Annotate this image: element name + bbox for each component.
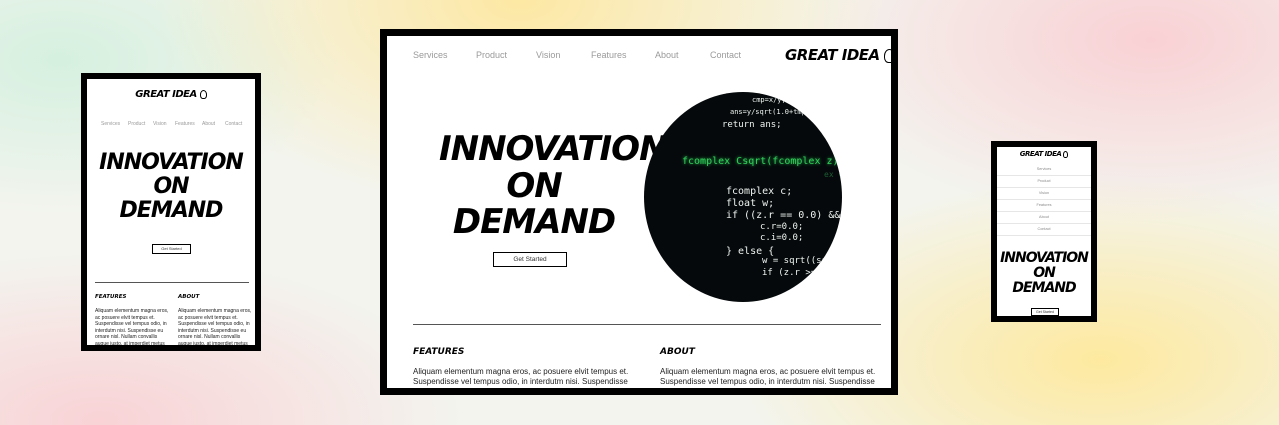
tablet-screen: GREAT IDEA Services Product Vision Featu…	[87, 79, 255, 345]
logo[interactable]: GREAT IDEA	[997, 150, 1091, 158]
hero-line-1: INNOVATION	[99, 150, 244, 175]
code-line: c.r=0.0;	[760, 222, 804, 232]
hero-line-2: ON	[506, 165, 562, 206]
about-title: ABOUT	[178, 294, 200, 300]
get-started-button[interactable]: Get Started	[1031, 308, 1059, 316]
logo[interactable]: GREAT IDEA	[785, 46, 891, 64]
code-line: fcomplex c;	[726, 186, 793, 197]
desktop-screen: Services Product Vision Features About C…	[387, 36, 891, 388]
hero-line-3: DEMAND	[1012, 280, 1076, 297]
nav-vision[interactable]: Vision	[536, 50, 560, 60]
code-line: if ((z.r == 0.0) && (z.i == 0.0))	[726, 210, 842, 221]
hero-heading: INNOVATION ON DEMAND	[997, 250, 1091, 297]
nav-vision[interactable]: Vision	[997, 188, 1091, 200]
logo-text: GREAT IDEA	[135, 89, 197, 100]
logo-text: GREAT IDEA	[785, 46, 880, 64]
phone-preview: GREAT IDEA Services Product Vision Featu…	[991, 141, 1097, 322]
features-text: Aliquam elementum magna eros, ac posuere…	[95, 308, 169, 345]
features-title: FEATURES	[95, 294, 127, 300]
tablet-preview: GREAT IDEA Services Product Vision Featu…	[81, 73, 261, 351]
code-image: cmp=x/y; ans=y/sqrt(1.0+tmp return ans; …	[644, 92, 842, 302]
nav-contact[interactable]: Contact	[710, 50, 741, 60]
code-line: cmp=x/y;	[752, 96, 786, 104]
nav-about[interactable]: About	[997, 212, 1091, 224]
hero-line-3: DEMAND	[119, 197, 224, 223]
code-line: return ans;	[722, 120, 782, 130]
code-line: if (z.r >= 0.0) {	[762, 268, 842, 278]
nav-about[interactable]: About	[655, 50, 679, 60]
nav-contact[interactable]: Contact	[225, 121, 242, 127]
hero-line-2: ON	[153, 173, 189, 199]
hero-line-1: INNOVATION	[439, 129, 668, 169]
hero-line-3: DEMAND	[452, 202, 616, 243]
nav-features[interactable]: Features	[997, 200, 1091, 212]
nav-product[interactable]: Product	[128, 121, 145, 127]
code-line: c.i=0.0;	[760, 233, 804, 243]
code-line: fcomplex Csqrt(fcomplex z)	[682, 156, 839, 167]
nav-product[interactable]: Product	[476, 50, 507, 60]
logo[interactable]: GREAT IDEA	[87, 89, 255, 100]
nav-contact[interactable]: Contact	[997, 224, 1091, 236]
hero-line-2: ON	[1033, 265, 1056, 282]
features-title: FEATURES	[413, 347, 465, 357]
code-line: ex Co	[824, 170, 842, 179]
lightbulb-icon	[1063, 150, 1069, 158]
nav-services[interactable]: Services	[997, 164, 1091, 176]
logo-text: GREAT IDEA	[1019, 150, 1062, 158]
about-text: Aliquam elementum magna eros, ac posuere…	[178, 308, 252, 345]
nav-features[interactable]: Features	[591, 50, 627, 60]
nav-features[interactable]: Features	[175, 121, 195, 127]
about-title: ABOUT	[660, 347, 695, 357]
about-text: Aliquam elementum magna eros, ac posuere…	[660, 367, 885, 388]
nav-product[interactable]: Product	[997, 176, 1091, 188]
code-line: float w;	[726, 198, 775, 209]
phone-screen: GREAT IDEA Services Product Vision Featu…	[997, 147, 1091, 316]
get-started-button[interactable]: Get Started	[493, 252, 567, 267]
hero-line-1: INNOVATION	[1000, 250, 1089, 266]
desktop-preview: Services Product Vision Features About C…	[380, 29, 898, 395]
features-text: Aliquam elementum magna eros, ac posuere…	[413, 367, 638, 388]
section-divider	[413, 324, 881, 325]
lightbulb-icon	[884, 48, 891, 63]
code-line: w = sqrt((sqrt(z.r	[762, 256, 842, 266]
nav-vision[interactable]: Vision	[153, 121, 167, 127]
lightbulb-icon	[199, 89, 207, 99]
hero-heading: INNOVATION ON DEMAND	[87, 151, 255, 222]
code-line: ans=y/sqrt(1.0+tmp	[730, 108, 806, 116]
get-started-button[interactable]: Get Started	[152, 244, 191, 254]
mobile-nav: Services Product Vision Features About C…	[997, 164, 1091, 236]
hero-heading: INNOVATION ON DEMAND	[439, 129, 668, 243]
nav-services[interactable]: Services	[413, 50, 448, 60]
nav-services[interactable]: Services	[101, 121, 120, 127]
section-divider	[95, 282, 249, 283]
nav-about[interactable]: About	[202, 121, 215, 127]
